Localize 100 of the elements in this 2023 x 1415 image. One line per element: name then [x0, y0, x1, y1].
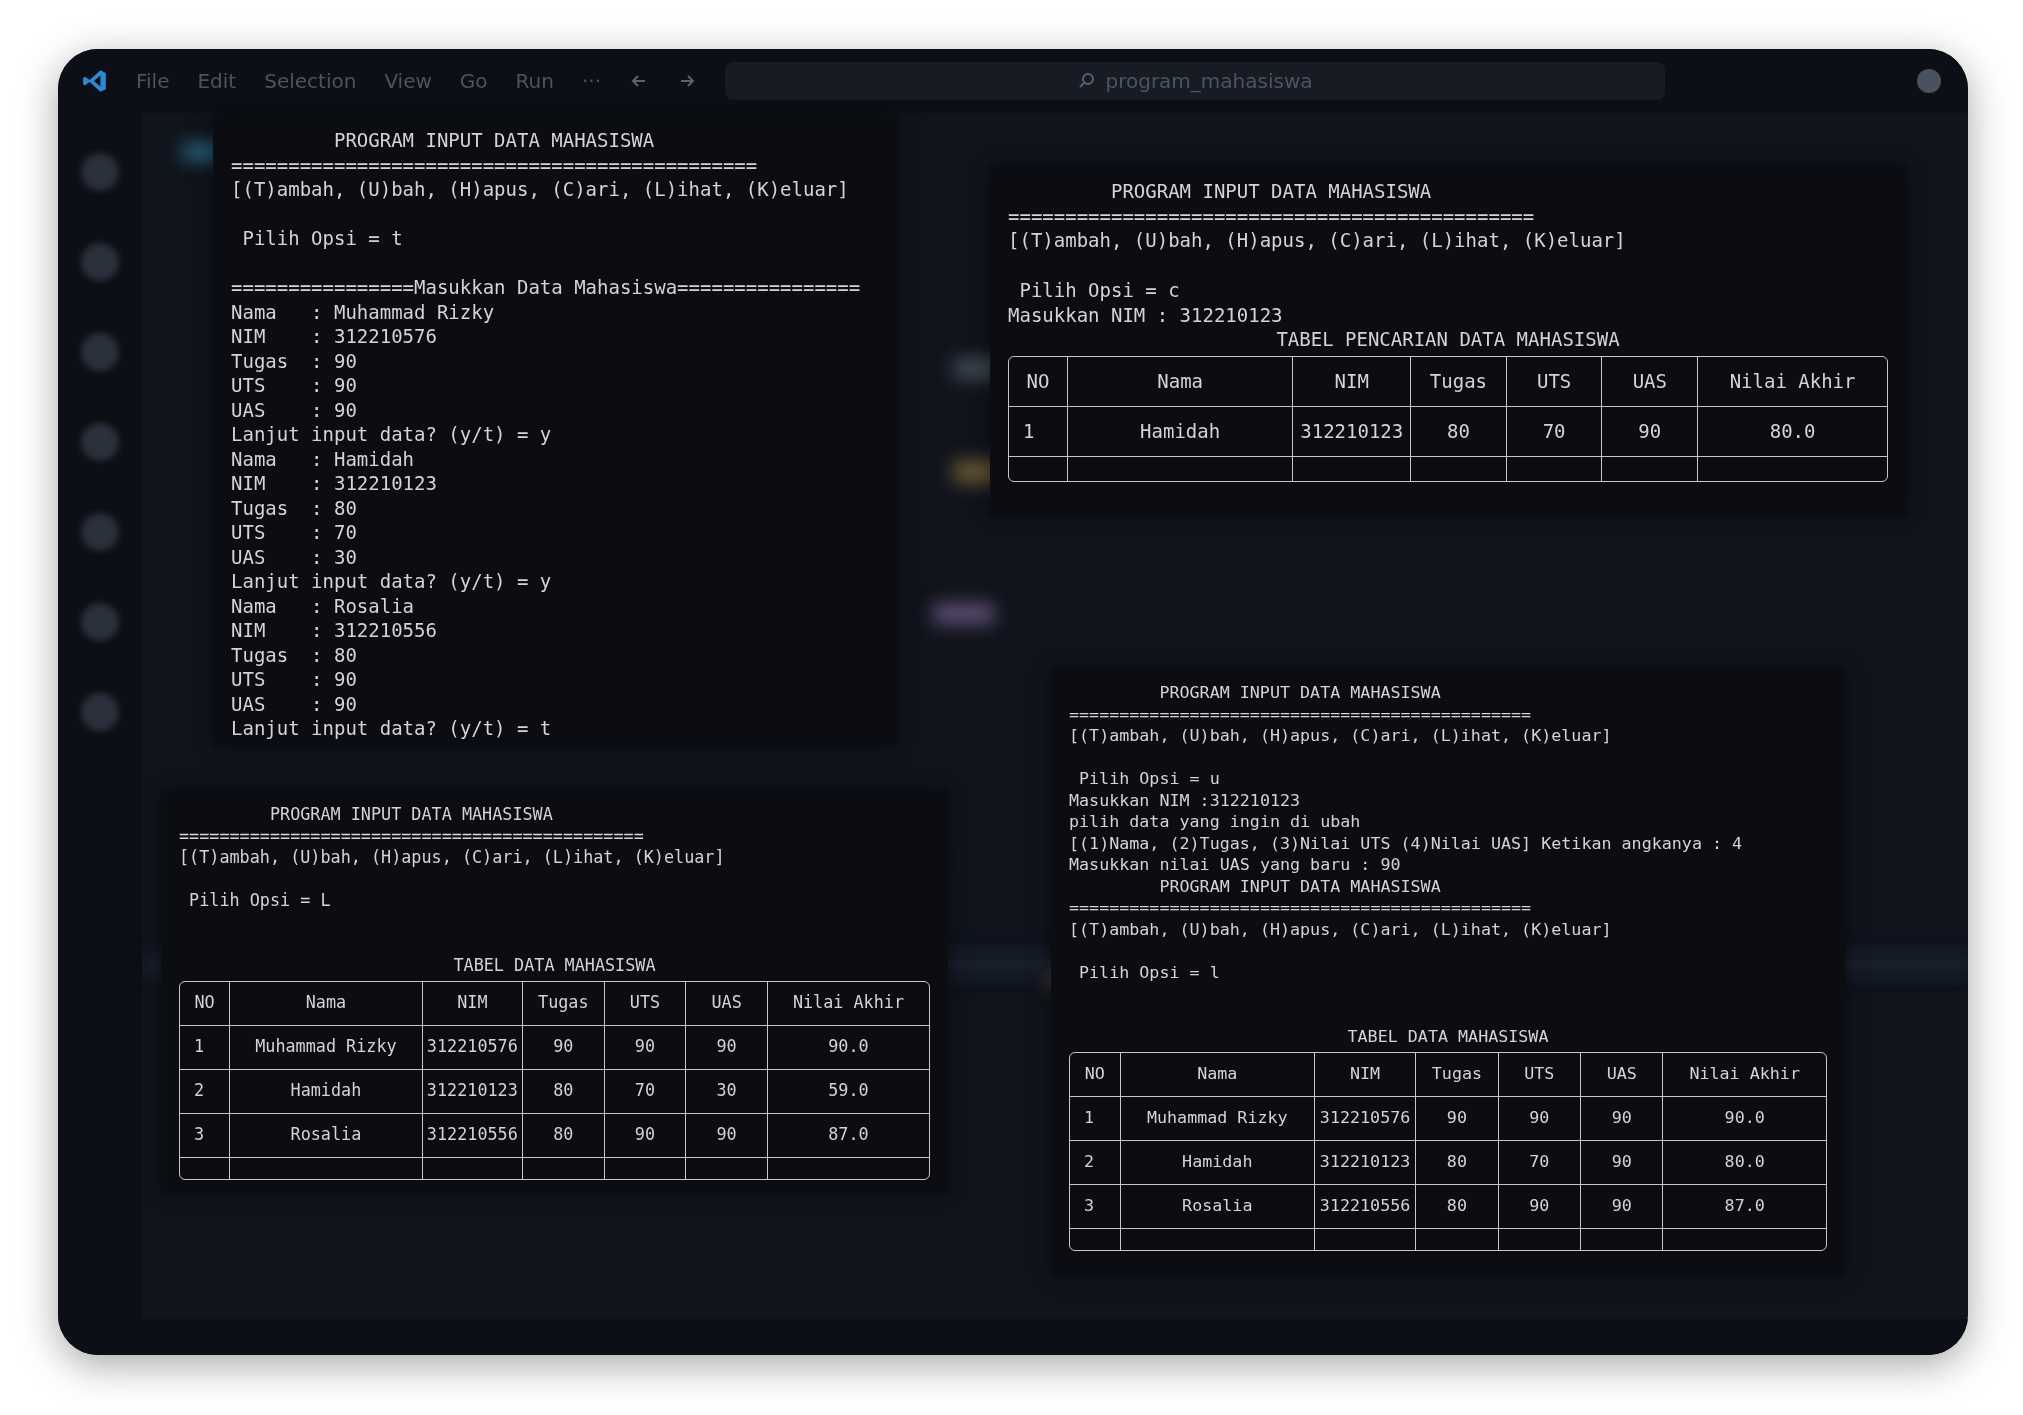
table-cell: 2: [180, 1069, 231, 1114]
terminal-line: Masukkan NIM :312210123: [1069, 789, 1302, 811]
table-cell: 3: [1070, 1184, 1121, 1229]
terminal-line: Nama : Hamidah: [231, 446, 416, 471]
terminal-line: ================Masukkan Data Mahasiswa================: [231, 275, 862, 300]
table-cell: 70: [604, 1069, 687, 1114]
column-header: NIM: [422, 981, 523, 1026]
column-header: Nama: [1120, 1052, 1315, 1097]
terminal-line: NIM : 312210576: [231, 324, 438, 349]
terminal-line: Tugas : 90: [231, 348, 358, 373]
terminal-line: Nama : Muhammad Rizky: [231, 299, 496, 324]
table-cell: 90: [1498, 1096, 1581, 1141]
sidebar-icon[interactable]: [81, 693, 119, 731]
terminal-line: ==============================================: [1069, 897, 1533, 919]
column-header: UAS: [686, 981, 768, 1026]
terminal-line: UAS : 30: [231, 544, 358, 569]
column-header: Tugas: [523, 981, 605, 1026]
column-header: NO: [180, 981, 231, 1026]
terminal-line: Lanjut input data? (y/t) = y: [231, 569, 553, 594]
search-field[interactable]: program_mahasiswa: [725, 62, 1665, 100]
table-cell: Hamidah: [1120, 1140, 1315, 1185]
terminal-line: Nama : Rosalia: [231, 593, 416, 618]
terminal-line: Masukkan nilai UAS yang baru : 90: [1069, 854, 1402, 876]
table-cell: 312210123: [422, 1069, 523, 1114]
menu-item[interactable]: Go: [459, 69, 488, 93]
terminal-line: ==============================================: [1008, 203, 1536, 229]
table-cell: Muhammad Rizky: [230, 1025, 423, 1070]
table-cell: 80.0: [1663, 1140, 1826, 1185]
table-cell: 80: [523, 1113, 605, 1158]
sidebar-icon[interactable]: [81, 513, 119, 551]
program-title: PROGRAM INPUT DATA MAHASISWA: [1109, 179, 1433, 204]
column-header: Tugas: [1416, 1052, 1499, 1097]
table-cell: 312210556: [1314, 1184, 1417, 1229]
table-cell: 87.0: [767, 1113, 929, 1158]
table-cell: 90: [1498, 1184, 1581, 1229]
terminal-line: [(T)ambah, (U)bah, (H)apus, (C)ari, (L)ihat, (K)eluar]: [1069, 725, 1613, 747]
sidebar-icon[interactable]: [81, 333, 119, 371]
terminal-line: Lanjut input data? (y/t) = y: [231, 422, 553, 447]
terminal-line: [(T)ambah, (U)bah, (H)apus, (C)ari, (L)ihat, (K)eluar]: [1069, 918, 1613, 940]
menu-item[interactable]: Run: [515, 69, 554, 93]
table-cell: Muhammad Rizky: [1120, 1096, 1315, 1141]
column-header: Nama: [1067, 356, 1294, 407]
terminal-line: UTS : 90: [231, 667, 358, 692]
table-cell: 90: [686, 1025, 768, 1070]
table-cell: Rosalia: [230, 1113, 423, 1158]
table-cell: 312210123: [1293, 406, 1412, 457]
menu-item[interactable]: Selection: [264, 69, 357, 93]
option-prompt: Pilih Opsi = l: [1078, 961, 1221, 983]
sidebar-icon[interactable]: [81, 153, 119, 191]
column-header: UTS: [1498, 1052, 1581, 1097]
table-cell: 2: [1070, 1140, 1121, 1185]
table-cell: 80: [1416, 1184, 1499, 1229]
terminal-line: [(T)ambah, (U)bah, (H)apus, (C)ari, (L)ihat, (K)eluar]: [179, 847, 726, 869]
column-header: UAS: [1581, 1052, 1664, 1097]
table-cell: Rosalia: [1120, 1184, 1315, 1229]
table-cell: 80: [1416, 1140, 1499, 1185]
column-header: Nama: [230, 981, 423, 1026]
table-cell: 90: [523, 1025, 605, 1070]
terminal-line: UAS : 90: [231, 691, 358, 716]
sidebar-icon[interactable]: [81, 603, 119, 641]
table-cell: 90: [1416, 1096, 1499, 1141]
table-title: TABEL PENCARIAN DATA MAHASISWA: [1275, 327, 1621, 352]
option-prompt: Pilih Opsi = c: [1018, 277, 1181, 303]
menu-item[interactable]: Edit: [197, 69, 237, 93]
column-header: Tugas: [1411, 356, 1507, 407]
option-prompt: Pilih Opsi = L: [188, 890, 332, 912]
table-title: TABEL DATA MAHASISWA: [452, 955, 657, 977]
menu-item[interactable]: File: [136, 69, 170, 93]
table-cell: 1: [1009, 406, 1068, 457]
table-cell: 90: [686, 1113, 768, 1158]
column-header: NIM: [1293, 356, 1412, 407]
column-header: Nilai Akhir: [1663, 1052, 1826, 1097]
table-cell: 90: [1581, 1096, 1664, 1141]
column-header: NIM: [1314, 1052, 1417, 1097]
account-icon[interactable]: [1914, 66, 1944, 96]
terminal-line: Lanjut input data? (y/t) = t: [231, 716, 553, 741]
terminal-line: ==============================================: [179, 825, 645, 848]
table-cell: 3: [180, 1113, 231, 1158]
terminal-line: UTS : 70: [231, 520, 358, 545]
column-header: NO: [1009, 356, 1068, 407]
table-cell: 312210123: [1314, 1140, 1417, 1185]
terminal-line: pilih data yang ingin di ubah: [1069, 811, 1362, 833]
code-editor-logo-icon: [82, 68, 108, 94]
column-header: Nilai Akhir: [1698, 356, 1887, 407]
menu-item[interactable]: ···: [581, 69, 601, 93]
menu-item[interactable]: View: [384, 69, 432, 93]
sidebar-icon[interactable]: [81, 423, 119, 461]
terminal-line: Tugas : 80: [231, 495, 358, 520]
terminal-line: ==============================================: [231, 152, 759, 177]
table-cell: 312210556: [422, 1113, 523, 1158]
table-title: TABEL DATA MAHASISWA: [1346, 1026, 1550, 1048]
column-header: UTS: [604, 981, 687, 1026]
table-cell: Hamidah: [1067, 406, 1294, 457]
sidebar-icon[interactable]: [81, 243, 119, 281]
table-cell: 90: [604, 1025, 687, 1070]
terminal-line: NIM : 312210556: [231, 618, 438, 643]
program-title: PROGRAM INPUT DATA MAHASISWA: [1158, 875, 1442, 897]
table-cell: 312210576: [422, 1025, 523, 1070]
terminal-line: Masukkan NIM : 312210123: [1008, 302, 1284, 328]
table-cell: 59.0: [767, 1069, 929, 1114]
